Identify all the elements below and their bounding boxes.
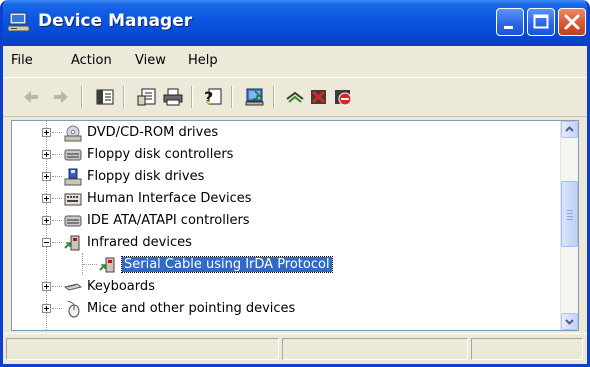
cdrom-drive-icon: [64, 125, 82, 142]
maximize-icon: [533, 14, 549, 29]
tree-item-label: Serial Cable using IrDA Protocol: [121, 256, 333, 273]
close-button[interactable]: [558, 8, 586, 36]
toolbar: ?: [3, 78, 587, 117]
print-icon[interactable]: [163, 87, 183, 107]
uninstall-icon[interactable]: [309, 87, 329, 107]
tree-connector-line: [52, 286, 62, 288]
floppy-drive-icon: [64, 168, 82, 186]
tree-connector-line: [52, 132, 62, 134]
scroll-up-button[interactable]: [561, 121, 578, 138]
infrared-device-icon: [64, 235, 80, 251]
tree-connector-line: [52, 220, 62, 222]
tree-connector-line: [83, 264, 97, 266]
forward-arrow-icon[interactable]: [51, 87, 71, 107]
tree-item-label: Keyboards: [87, 279, 155, 294]
tree-connector-line: [52, 176, 62, 178]
minimize-icon: [504, 26, 513, 29]
tree-item-dvd-cdrom-drives[interactable]: DVD/CD-ROM drives: [12, 122, 562, 144]
collapse-button[interactable]: [42, 238, 51, 247]
expand-button[interactable]: [42, 128, 51, 137]
toolbar-separator: [191, 86, 193, 108]
tree-item-floppy-disk-controllers[interactable]: Floppy disk controllers: [12, 144, 562, 166]
help-icon[interactable]: ?: [203, 87, 223, 107]
scroll-thumb[interactable]: [561, 181, 578, 247]
device-manager-window: Device Manager File Action View Help ? D…: [0, 0, 590, 367]
ide-controller-icon: [64, 215, 82, 227]
menu-view[interactable]: View: [135, 53, 166, 68]
chevron-down-icon: [565, 319, 574, 325]
scroll-down-button[interactable]: [561, 313, 578, 330]
mouse-icon: [67, 300, 80, 318]
scan-hardware-changes-icon[interactable]: [245, 87, 265, 107]
tree-item-floppy-disk-drives[interactable]: Floppy disk drives: [12, 166, 562, 188]
status-pane-main: [6, 338, 279, 360]
tree-connector-line: [52, 198, 62, 200]
menu-help[interactable]: Help: [188, 53, 218, 68]
title-bar[interactable]: Device Manager: [3, 0, 587, 46]
infrared-device-icon: [99, 257, 115, 273]
tree-item-label: IDE ATA/ATAPI controllers: [87, 213, 250, 228]
tree-item-mice[interactable]: Mice and other pointing devices: [12, 298, 562, 320]
tree-item-keyboards[interactable]: Keyboards: [12, 276, 562, 298]
tree-item-label: Floppy disk controllers: [87, 147, 234, 162]
computer-icon: [8, 12, 30, 32]
status-pane-secondary: [282, 338, 468, 360]
update-driver-icon[interactable]: [285, 87, 305, 107]
status-pane-tertiary: [471, 338, 583, 360]
maximize-button[interactable]: [527, 8, 555, 36]
tree-item-label: Infrared devices: [87, 235, 192, 250]
window-title: Device Manager: [38, 11, 193, 31]
menu-file[interactable]: File: [11, 53, 33, 68]
expand-button[interactable]: [42, 172, 51, 181]
menu-bar: File Action View Help: [3, 46, 587, 78]
expand-button[interactable]: [42, 282, 51, 291]
chevron-up-icon: [565, 126, 574, 132]
tree-item-infrared-devices[interactable]: Infrared devices: [12, 232, 562, 254]
minimize-button[interactable]: [496, 8, 524, 36]
keyboard-icon: [64, 283, 82, 291]
disable-icon[interactable]: [333, 87, 353, 107]
tree-item-ide-controllers[interactable]: IDE ATA/ATAPI controllers: [12, 210, 562, 232]
hid-keyboard-icon: [64, 193, 82, 206]
device-tree[interactable]: DVD/CD-ROM drives Floppy disk controller…: [11, 120, 579, 331]
tree-item-label: DVD/CD-ROM drives: [87, 125, 219, 140]
tree-connector-line: [52, 154, 62, 156]
vertical-scrollbar[interactable]: [560, 121, 578, 330]
menu-action[interactable]: Action: [71, 53, 112, 68]
expand-button[interactable]: [42, 216, 51, 225]
toolbar-separator: [231, 86, 233, 108]
status-bar: [3, 333, 587, 364]
tree-item-serial-cable-irda[interactable]: Serial Cable using IrDA Protocol: [12, 254, 562, 276]
tree-item-label: Mice and other pointing devices: [87, 301, 296, 316]
expand-button[interactable]: [42, 194, 51, 203]
toolbar-separator: [123, 86, 125, 108]
properties-icon[interactable]: [137, 87, 157, 107]
back-arrow-icon[interactable]: [21, 87, 41, 107]
toolbar-separator: [81, 86, 83, 108]
close-icon: [564, 14, 580, 30]
svg-text:?: ?: [204, 88, 213, 107]
tree-item-label: Floppy disk drives: [87, 169, 205, 184]
tree-item-human-interface-devices[interactable]: Human Interface Devices: [12, 188, 562, 210]
disk-controller-icon: [64, 149, 82, 161]
tree-connector-line: [52, 242, 62, 244]
tree-item-label: Human Interface Devices: [87, 191, 252, 206]
expand-button[interactable]: [42, 150, 51, 159]
show-hide-console-tree-icon[interactable]: [95, 87, 115, 107]
tree-connector-line: [52, 308, 62, 310]
expand-button[interactable]: [42, 304, 51, 313]
toolbar-separator: [273, 86, 275, 108]
